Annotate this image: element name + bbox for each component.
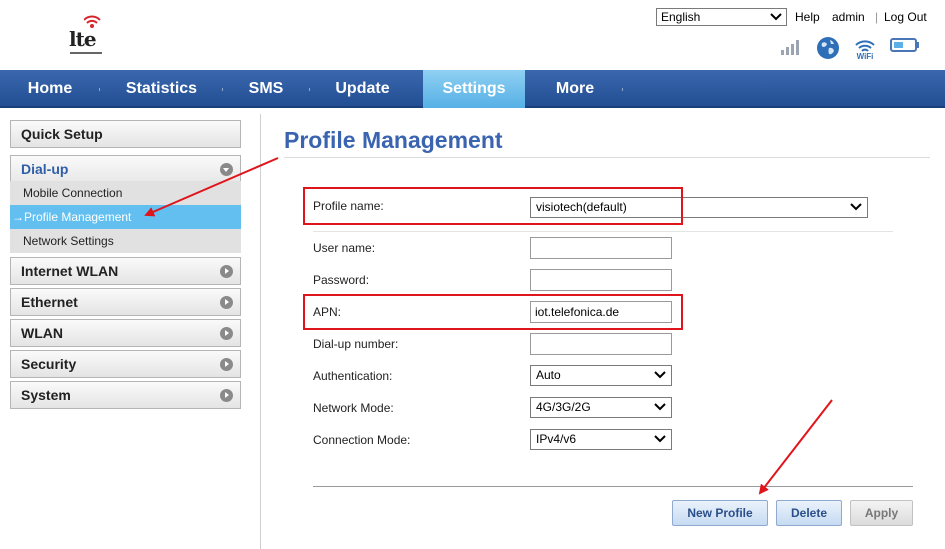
nav-home[interactable]: Home (0, 70, 100, 108)
nav-statistics[interactable]: Statistics (100, 70, 223, 108)
sidebar-system[interactable]: System (10, 381, 241, 409)
page-title: Profile Management (284, 127, 503, 153)
profile-name-highlight (303, 187, 683, 225)
chevron-right-icon (220, 389, 233, 402)
nav-update[interactable]: Update (310, 70, 415, 108)
help-link[interactable]: Help (795, 10, 820, 24)
username-label: admin (832, 10, 865, 24)
header: lte English Help admin | Log Out WiFi (0, 0, 945, 70)
sidebar-item-mobile-connection[interactable]: Mobile Connection (10, 181, 241, 205)
form-bottom-divider (313, 486, 913, 487)
sidebar-dialup-label: Dial-up (21, 161, 69, 177)
language-value: English (661, 10, 701, 24)
language-select[interactable]: English (656, 8, 787, 26)
sidebar-security[interactable]: Security (10, 350, 241, 378)
sidebar-internet-wlan[interactable]: Internet WLAN (10, 257, 241, 285)
sidebar-security-label: Security (21, 356, 77, 372)
connection-mode-value: IPv4/v6 (536, 432, 577, 446)
sidebar-internet-wlan-label: Internet WLAN (21, 263, 119, 279)
sidebar-quick-setup[interactable]: Quick Setup (10, 120, 241, 148)
nav-settings[interactable]: Settings (423, 70, 525, 108)
chevron-down-icon (770, 13, 782, 21)
authentication-value: Auto (536, 368, 561, 382)
apn-highlight (303, 294, 683, 330)
sidebar-ethernet-label: Ethernet (21, 294, 78, 310)
chevron-down-icon (850, 203, 862, 211)
chevron-right-icon (220, 296, 233, 309)
dialup-number-input[interactable] (530, 333, 672, 355)
network-mode-label: Network Mode: (313, 401, 394, 415)
signal-strength-icon (781, 40, 799, 55)
sidebar-wlan[interactable]: WLAN (10, 319, 241, 347)
logo-underline (70, 52, 102, 54)
sidebar-dialup[interactable]: Dial-up (10, 155, 241, 183)
title-divider (284, 157, 930, 158)
logo-text: lte (69, 27, 97, 51)
new-profile-button[interactable]: New Profile (672, 500, 768, 526)
chevron-down-icon (654, 435, 666, 443)
network-mode-value: 4G/3G/2G (536, 400, 591, 414)
sidebar-system-label: System (21, 387, 71, 403)
chevron-right-icon (220, 358, 233, 371)
sidebar-wlan-label: WLAN (21, 325, 63, 341)
nav-divider (622, 88, 623, 91)
authentication-label: Authentication: (313, 369, 393, 383)
user-name-label: User name: (313, 241, 376, 255)
chevron-down-icon (654, 371, 666, 379)
authentication-select[interactable]: Auto (530, 365, 672, 386)
nav-sms[interactable]: SMS (223, 70, 309, 108)
connection-mode-select[interactable]: IPv4/v6 (530, 429, 672, 450)
sidebar-item-profile-management[interactable]: →Profile Management (10, 205, 241, 229)
header-separator: | (875, 10, 879, 24)
arrow-to-new-profile (758, 399, 833, 495)
form-divider (313, 231, 893, 232)
delete-button[interactable]: Delete (776, 500, 842, 526)
network-mode-select[interactable]: 4G/3G/2G (530, 397, 672, 418)
logout-link[interactable]: Log Out (884, 10, 927, 24)
chevron-right-icon (220, 327, 233, 340)
apply-button[interactable]: Apply (850, 500, 913, 526)
sidebar-ethernet[interactable]: Ethernet (10, 288, 241, 316)
chevron-right-icon (220, 265, 233, 278)
chevron-down-icon (220, 163, 233, 176)
main-nav: Home Statistics SMS Update Settings More (0, 70, 945, 108)
password-label: Password: (313, 273, 370, 287)
svg-text:WiFi: WiFi (857, 52, 874, 60)
globe-internet-icon (817, 37, 839, 59)
connection-mode-label: Connection Mode: (313, 433, 411, 447)
user-name-input[interactable] (530, 237, 672, 259)
password-input[interactable] (530, 269, 672, 291)
content-divider (260, 114, 261, 549)
battery-icon (890, 38, 919, 52)
lte-logo: lte (66, 14, 110, 56)
chevron-down-icon (654, 403, 666, 411)
dialup-number-label: Dial-up number: (313, 337, 399, 351)
sidebar-item-network-settings[interactable]: Network Settings (10, 229, 241, 253)
nav-more[interactable]: More (527, 70, 623, 108)
logo-signal-icon (84, 15, 101, 28)
wifi-icon: WiFi (855, 40, 875, 60)
